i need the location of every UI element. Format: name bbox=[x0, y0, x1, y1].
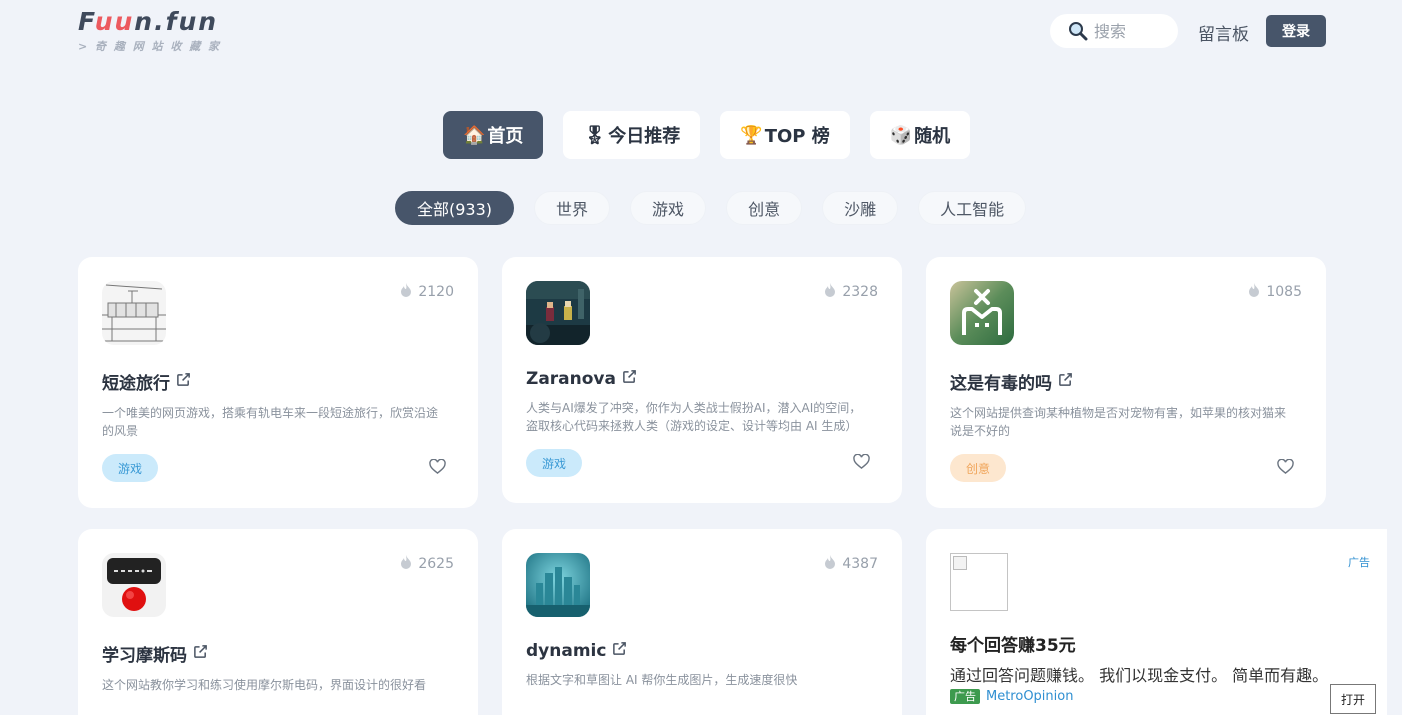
heart-icon[interactable] bbox=[429, 458, 446, 478]
chip-world[interactable]: 世界 bbox=[534, 191, 611, 225]
site-thumbnail bbox=[102, 281, 166, 345]
heart-icon[interactable] bbox=[1277, 458, 1294, 478]
site-card[interactable]: 4387 dynamic 根据文字和草图让 AI 帮你生成图片，生成速度很快 bbox=[502, 529, 902, 715]
site-card[interactable]: 1085 这是有毒的吗 这个网站提供查询某种植物是否对宠物有害，如苹果的核对猫来… bbox=[926, 257, 1326, 508]
nav-top-label: TOP 榜 bbox=[764, 126, 830, 147]
nav-today-label: 今日推荐 bbox=[608, 126, 681, 147]
site-title[interactable]: 这是有毒的吗 bbox=[950, 369, 1302, 394]
site-description: 一个唯美的网页游戏，搭乘有轨电车来一段短途旅行，欣赏沿途的风景 bbox=[102, 406, 439, 438]
popularity-count: 1085 bbox=[1266, 284, 1302, 300]
site-thumbnail bbox=[526, 553, 590, 617]
chip-ai[interactable]: 人工智能 bbox=[918, 191, 1027, 225]
badge-icon: 🎖 bbox=[583, 124, 607, 146]
chip-all[interactable]: 全部(933) bbox=[395, 191, 515, 225]
nav-today[interactable]: 🎖 今日推荐 bbox=[563, 111, 701, 159]
site-card[interactable]: 2328 Zaranova 人类与AI爆发了冲突，你作为人类战士假扮AI，潜入A… bbox=[502, 257, 902, 503]
site-thumbnail bbox=[526, 281, 590, 345]
login-button[interactable]: 登录 bbox=[1266, 15, 1326, 47]
site-thumbnail bbox=[102, 553, 166, 617]
site-title-text: dynamic bbox=[526, 641, 607, 661]
ad-text[interactable]: 通过回答问题赚钱。 我们以现金支付。 简单而有趣。 bbox=[950, 662, 1328, 686]
category-tag[interactable]: 游戏 bbox=[526, 449, 583, 477]
site-card[interactable]: 2120 短途旅行 一个唯美的网页游戏，搭乘有轨电车来一段短途旅行，欣赏沿途的风… bbox=[78, 257, 478, 508]
ad-card[interactable]: 广告 每个回答赚35元 通过回答问题赚钱。 我们以现金支付。 简单而有趣。 广告… bbox=[926, 529, 1387, 715]
house-icon: 🏠 bbox=[463, 124, 486, 146]
category-tag[interactable]: 创意 bbox=[950, 454, 1007, 482]
site-description: 人类与AI爆发了冲突，你作为人类战士假扮AI，潜入AI的空间，盗取核心代码来拯救… bbox=[526, 401, 862, 433]
site-description: 根据文字和草图让 AI 帮你生成图片，生成速度很快 bbox=[526, 673, 798, 687]
dice-icon: 🎲 bbox=[889, 124, 913, 146]
site-title[interactable]: dynamic bbox=[526, 641, 878, 661]
flame-icon bbox=[824, 283, 836, 301]
broken-image-icon bbox=[953, 556, 967, 570]
flame-icon bbox=[400, 283, 412, 301]
logo-wordmark: Fuun.fun bbox=[78, 7, 219, 36]
popularity: 2120 bbox=[400, 283, 454, 301]
popularity: 2625 bbox=[400, 555, 454, 573]
external-link-icon bbox=[176, 372, 191, 392]
ad-badge: 广告 bbox=[950, 689, 980, 704]
ad-source-name: MetroOpinion bbox=[986, 689, 1074, 704]
logo-tagline: > 奇 趣 网 站 收 藏 家 bbox=[78, 40, 222, 53]
search-icon bbox=[1069, 22, 1088, 41]
site-title-text: 这是有毒的吗 bbox=[950, 374, 1052, 394]
external-link-icon bbox=[1058, 372, 1073, 392]
site-title-text: 学习摩斯码 bbox=[102, 646, 187, 666]
ad-title[interactable]: 每个回答赚35元 bbox=[950, 631, 1076, 656]
nav-random[interactable]: 🎲 随机 bbox=[869, 111, 971, 159]
nav-home[interactable]: 🏠 首页 bbox=[443, 111, 544, 159]
site-title-text: 短途旅行 bbox=[102, 374, 170, 394]
chip-funny[interactable]: 沙雕 bbox=[822, 191, 899, 225]
trophy-icon: 🏆 bbox=[740, 124, 763, 146]
popularity-count: 2120 bbox=[418, 284, 454, 300]
flame-icon bbox=[824, 555, 836, 573]
site-title-text: Zaranova bbox=[526, 369, 616, 389]
flame-icon bbox=[1248, 283, 1260, 301]
category-tag[interactable]: 游戏 bbox=[102, 454, 159, 482]
site-card[interactable]: 2625 学习摩斯码 这个网站教你学习和练习使用摩尔斯电码，界面设计的很好看 bbox=[78, 529, 478, 715]
nav-top[interactable]: 🏆 TOP 榜 bbox=[720, 111, 850, 159]
chip-creative[interactable]: 创意 bbox=[726, 191, 803, 225]
search-input[interactable] bbox=[1094, 21, 1172, 41]
site-description: 这个网站教你学习和练习使用摩尔斯电码，界面设计的很好看 bbox=[102, 678, 427, 692]
ad-open-button[interactable]: 打开 bbox=[1330, 684, 1376, 714]
ad-image[interactable] bbox=[950, 553, 1008, 611]
popularity-count: 2625 bbox=[418, 556, 454, 572]
popularity: 1085 bbox=[1248, 283, 1302, 301]
popularity-count: 2328 bbox=[842, 284, 878, 300]
site-title[interactable]: 学习摩斯码 bbox=[102, 641, 454, 666]
ad-corner-label[interactable]: 广告 bbox=[1348, 554, 1370, 570]
external-link-icon bbox=[622, 369, 637, 389]
search-box[interactable] bbox=[1050, 14, 1178, 48]
site-title[interactable]: 短途旅行 bbox=[102, 369, 454, 394]
guestbook-link[interactable]: 留言板 bbox=[1198, 20, 1249, 45]
popularity-count: 4387 bbox=[842, 556, 878, 572]
heart-icon[interactable] bbox=[853, 453, 870, 473]
site-description: 这个网站提供查询某种植物是否对宠物有害，如苹果的核对猫来说是不好的 bbox=[950, 406, 1287, 438]
site-logo[interactable]: Fuun.fun > 奇 趣 网 站 收 藏 家 bbox=[78, 8, 221, 54]
flame-icon bbox=[400, 555, 412, 573]
category-filter: 全部(933) 世界 游戏 创意 沙雕 人工智能 bbox=[395, 191, 1027, 225]
popularity: 4387 bbox=[824, 555, 878, 573]
chip-game[interactable]: 游戏 bbox=[630, 191, 707, 225]
external-link-icon bbox=[612, 641, 627, 661]
popularity: 2328 bbox=[824, 283, 878, 301]
site-thumbnail bbox=[950, 281, 1014, 345]
external-link-icon bbox=[193, 644, 208, 664]
ad-source[interactable]: 广告 MetroOpinion bbox=[950, 689, 1073, 704]
main-nav: 🏠 首页 🎖 今日推荐 🏆 TOP 榜 🎲 随机 bbox=[443, 111, 971, 159]
nav-random-label: 随机 bbox=[914, 126, 951, 147]
nav-home-label: 首页 bbox=[487, 126, 524, 147]
site-title[interactable]: Zaranova bbox=[526, 369, 878, 389]
